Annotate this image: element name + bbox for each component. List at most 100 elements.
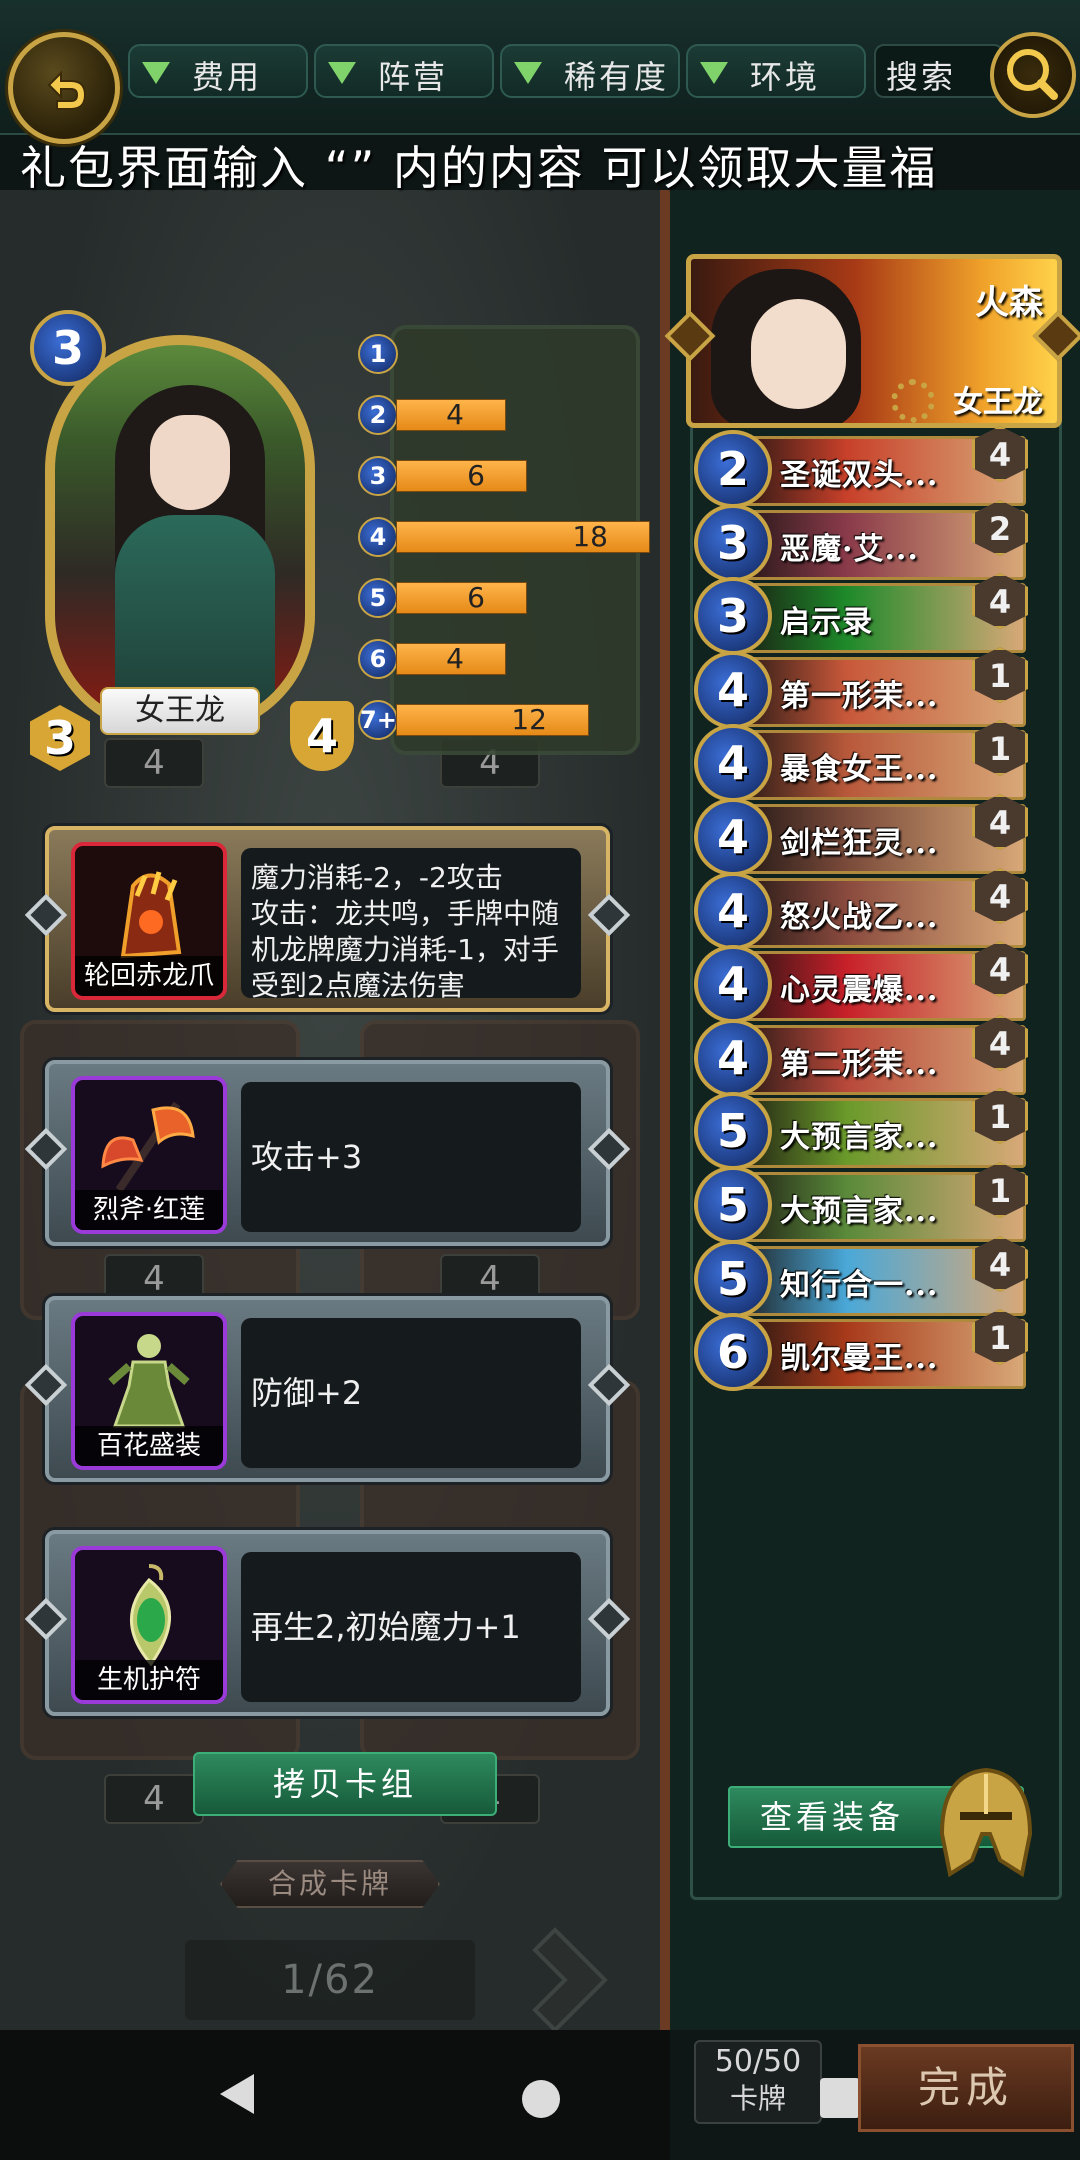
deck-card-name: 圣诞双头...: [780, 458, 939, 493]
hero-defense: 4: [290, 701, 354, 771]
deck-hero-header[interactable]: 火森 女王龙: [664, 248, 1080, 434]
deck-card-cost: 4: [694, 872, 772, 950]
deck-card-name: 恶魔·艾...: [780, 532, 919, 567]
filter-environment-button[interactable]: 环境: [686, 44, 866, 98]
deck-card-cost: 6: [694, 1313, 772, 1391]
back-arrow-icon: [47, 70, 87, 110]
craft-card-button[interactable]: 合成卡牌: [220, 1860, 440, 1908]
done-button[interactable]: 完成: [858, 2044, 1074, 2132]
back-button[interactable]: [8, 32, 120, 144]
nav-home-icon[interactable]: [522, 2080, 560, 2118]
filter-label: 费用: [192, 58, 263, 96]
deck-card-name: 大预言家...: [780, 1194, 939, 1229]
deck-card-cost: 4: [694, 724, 772, 802]
equipment-name: 轮回赤龙爪: [75, 956, 223, 996]
mana-cost-gem: 6: [358, 639, 398, 679]
hero-portrait: [45, 335, 315, 735]
deck-card-name: 凯尔曼王...: [780, 1341, 939, 1376]
mana-cost-gem: 3: [358, 456, 398, 496]
mana-curve-count: 4: [446, 642, 464, 675]
copy-deck-button[interactable]: 拷贝卡组: [193, 1752, 497, 1816]
nav-recents-icon[interactable]: [820, 2078, 860, 2118]
deck-card-name: 剑栏狂灵...: [780, 826, 939, 861]
deck-card-cost: 5: [694, 1166, 772, 1244]
magnifier-icon: [1007, 49, 1058, 100]
equipment-description: 再生2,初始魔力+1: [241, 1552, 581, 1702]
filter-rarity-button[interactable]: 稀有度: [500, 44, 680, 98]
filter-faction-button[interactable]: 阵营: [314, 44, 494, 98]
hero-attack: 3: [30, 705, 90, 771]
search-input[interactable]: 搜索: [874, 44, 1004, 98]
deck-card-cost: 4: [694, 945, 772, 1023]
hero-name: 女王龙: [100, 687, 260, 735]
equipment-panel[interactable]: 百花盛装 防御+2: [24, 1296, 631, 1482]
deck-card-name: 暴食女王...: [780, 752, 939, 787]
deck-card-name: 知行合一...: [780, 1268, 939, 1303]
mana-curve-bar: [396, 704, 589, 736]
mana-curve-count: 12: [511, 703, 547, 736]
mana-curve-bar: [396, 460, 527, 492]
deck-card-cost: 3: [694, 504, 772, 582]
dropdown-triangle-icon: [700, 62, 728, 84]
announcement-marquee: 礼包界面输入 “” 内的内容 可以领取大量福: [20, 141, 938, 195]
deck-card-cost: 3: [694, 577, 772, 655]
mana-curve-count: 6: [467, 459, 485, 492]
card-count-value: 50/50: [714, 2044, 802, 2079]
equipment-icon-frame: 烈斧·红莲: [71, 1076, 227, 1234]
mana-cost-gem: 2: [358, 395, 398, 435]
equipment-name: 生机护符: [75, 1660, 223, 1700]
deck-hero-name: 女王龙: [953, 385, 1043, 420]
next-page-arrow-icon[interactable]: [525, 1920, 615, 2040]
equipment-icon-frame: 百花盛装: [71, 1312, 227, 1470]
player-name: 火森: [975, 283, 1043, 323]
search-label: 搜索: [886, 58, 957, 96]
equipment-name: 烈斧·红莲: [75, 1190, 223, 1230]
gear-icon: [891, 379, 935, 423]
card-count-label: 卡牌: [729, 2082, 786, 2115]
dragon-claw-icon: [120, 871, 182, 959]
mana-curve-count: 6: [467, 581, 485, 614]
deck-card-name: 第一形茉...: [780, 679, 939, 714]
equipment-description: 魔力消耗-2，-2攻击 攻击：龙共鸣，手牌中随机龙牌魔力消耗-1，对手受到2点魔…: [241, 848, 581, 1002]
mana-curve-bar: [396, 582, 527, 614]
mana-curve-count: 4: [446, 398, 464, 431]
mana-cost-gem: 5: [358, 578, 398, 618]
filter-label: 稀有度: [564, 58, 670, 96]
hero-card[interactable]: 3 女王龙 3 4: [20, 305, 354, 771]
axe-icon: [101, 1101, 195, 1193]
equipment-panel[interactable]: 烈斧·红莲 攻击+3: [24, 1060, 631, 1246]
equipment-icon-frame: 轮回赤龙爪: [71, 842, 227, 1000]
nav-back-icon[interactable]: [218, 2072, 258, 2116]
equipment-description: 防御+2: [241, 1318, 581, 1468]
dropdown-triangle-icon: [514, 62, 542, 84]
deck-card-name: 启示录: [780, 605, 873, 640]
filter-label: 阵营: [378, 58, 449, 96]
hero-cost-gem: 3: [30, 310, 106, 386]
mana-cost-gem: 1: [358, 334, 398, 374]
deck-hero-banner: 火森 女王龙: [686, 254, 1062, 428]
mana-cost-gem: 4: [358, 517, 398, 557]
helmet-icon: [939, 1767, 1033, 1878]
deck-card-item[interactable]: 6 凯尔曼王... 1: [690, 1309, 1035, 1397]
background-count: 4: [104, 1774, 204, 1824]
page-indicator: 1/62: [185, 1940, 475, 2020]
dropdown-triangle-icon: [328, 62, 356, 84]
equipment-description: 攻击+3: [241, 1082, 581, 1232]
mana-curve-count: 18: [572, 520, 608, 553]
amulet-icon: [130, 1564, 171, 1667]
equipment-panel[interactable]: 生机护符 再生2,初始魔力+1: [24, 1530, 631, 1716]
deck-card-name: 大预言家...: [780, 1120, 939, 1155]
equipment-panel[interactable]: 轮回赤龙爪 魔力消耗-2，-2攻击 攻击：龙共鸣，手牌中随机龙牌魔力消耗-1，对…: [24, 826, 631, 1012]
deck-card-name: 心灵震爆...: [780, 973, 939, 1008]
dropdown-triangle-icon: [142, 62, 170, 84]
dress-icon: [108, 1334, 190, 1428]
mana-cost-gem: 7+: [358, 700, 398, 740]
deck-card-cost: 5: [694, 1092, 772, 1170]
deck-card-cost: 4: [694, 1019, 772, 1097]
deck-card-cost: 4: [694, 651, 772, 729]
deck-card-name: 怒火战乙...: [780, 900, 939, 935]
search-button[interactable]: [990, 32, 1076, 118]
filter-cost-button[interactable]: 费用: [128, 44, 308, 98]
deck-card-cost: 5: [694, 1240, 772, 1318]
equipment-name: 百花盛装: [75, 1426, 223, 1466]
